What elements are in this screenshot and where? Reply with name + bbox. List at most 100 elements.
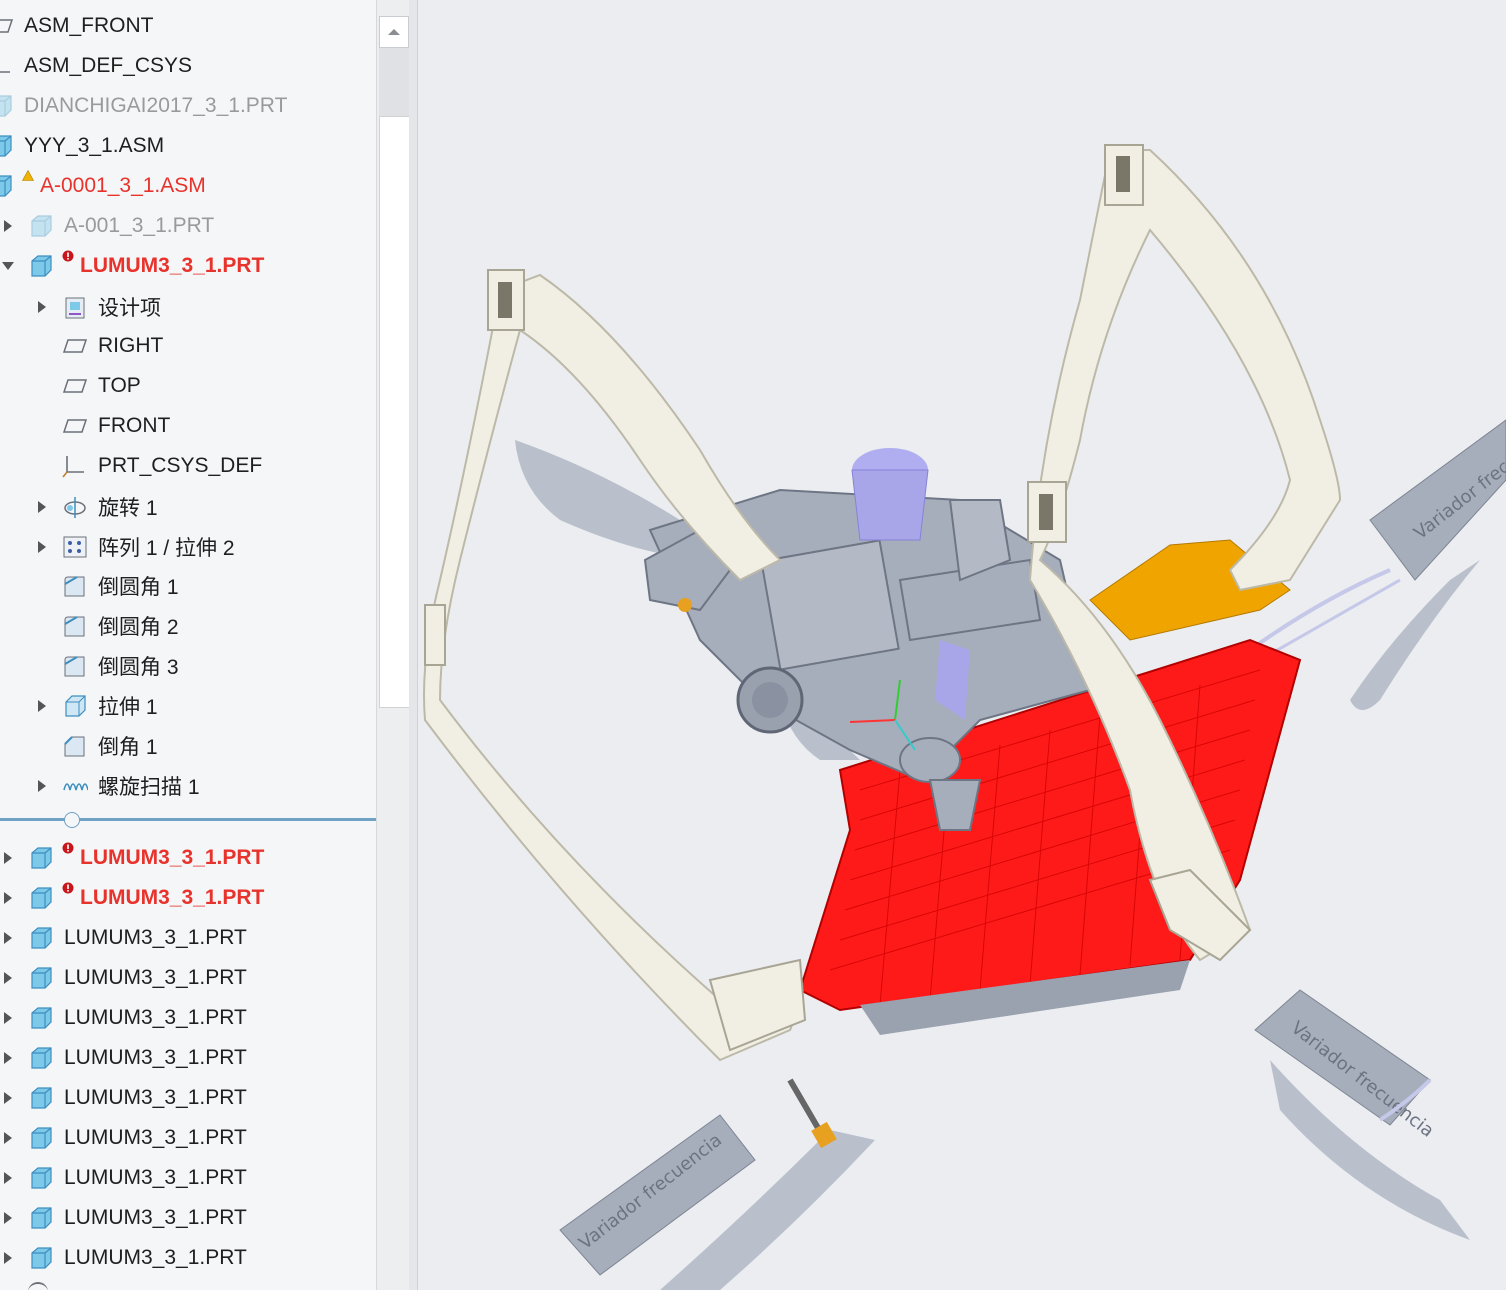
part-icon [28,846,54,870]
expand-closed-icon[interactable] [0,968,16,988]
tree-row[interactable]: LUMUM3_3_1.PRT [0,838,376,878]
extrude-icon [62,694,88,718]
revolve-icon [62,495,88,519]
tree-row-label: LUMUM3_3_1.PRT [64,926,247,949]
tree-row-label: A-0001_3_1.ASM [40,174,206,197]
tree-row[interactable]: PRT_CSYS_DEF [0,446,376,486]
tree-row[interactable]: LUMUM3_3_1.PRT [0,1078,376,1118]
tree-row-label: DIANCHIGAI2017_3_1.PRT [24,94,288,117]
tree-row-label: YYY_3_1.ASM [24,134,165,157]
tree-row[interactable]: LUMUM3_3_1.PRT [0,1198,376,1238]
tree-row[interactable]: LUMUM3_3_1.PRT [0,1238,376,1278]
model-tree-scrollbar[interactable] [376,0,411,1290]
datum-plane-icon [0,14,14,38]
tree-row[interactable]: RIGHT [0,326,376,366]
tree-row[interactable]: 倒圆角 1 [0,566,376,606]
expand-closed-icon[interactable] [34,297,50,317]
tree-row[interactable]: LUMUM3_3_1.PRT [0,1158,376,1198]
part-icon [28,1166,54,1190]
tree-row[interactable]: 倒角 1 [0,726,376,766]
expand-closed-icon[interactable] [0,1208,16,1228]
scroll-track[interactable] [379,48,409,116]
tree-row[interactable]: DIANCHIGAI2017_3_1.PRT [0,86,376,126]
tree-row[interactable]: 阵列 1 / 拉伸 2 [0,527,376,567]
part-icon [28,1246,54,1270]
round-icon [62,574,88,598]
expand-closed-icon[interactable] [0,848,16,868]
tree-row-label: FRONT [98,414,171,437]
tree-row-label: 拉伸 1 [98,696,158,719]
tree-row[interactable]: 旋转 1 [0,487,376,527]
csys-icon [0,54,14,78]
tree-row-partial[interactable] [28,1282,48,1290]
tree-row-label: 倒圆角 1 [98,576,179,599]
tree-row-label: LUMUM3_3_1.PRT [64,1046,247,1069]
pattern-icon [62,535,88,559]
design-items-icon [62,295,88,319]
tree-row[interactable]: 倒圆角 2 [0,606,376,646]
tree-row-label: LUMUM3_3_1.PRT [64,1206,247,1229]
tree-row[interactable]: A-001_3_1.PRT [0,206,376,246]
tree-row[interactable]: ASM_DEF_CSYS [0,46,376,86]
expand-closed-icon[interactable] [34,776,50,796]
tree-row[interactable]: ASM_FRONT [0,6,376,46]
expand-open-icon[interactable] [0,256,16,276]
expand-closed-icon[interactable] [34,497,50,517]
csys-icon [62,454,88,478]
tree-row-label: ASM_FRONT [24,14,154,37]
tree-row-label: A-001_3_1.PRT [64,214,215,237]
esc-module-right-bottom: Variador frecuencia [1254,989,1438,1142]
part-icon [28,1006,54,1030]
part-icon [28,1126,54,1150]
expand-closed-icon[interactable] [0,1008,16,1028]
tree-row[interactable]: LUMUM3_3_1.PRT [0,998,376,1038]
scroll-up-button[interactable] [379,16,409,48]
expand-closed-icon[interactable] [0,1168,16,1188]
tree-row[interactable]: LUMUM3_3_1.PRT [0,878,376,918]
tree-row-label: 旋转 1 [98,497,158,520]
tree-row[interactable]: LUMUM3_3_1.PRT [0,1038,376,1078]
tree-row[interactable]: TOP [0,366,376,406]
tree-row[interactable]: A-0001_3_1.ASM [0,166,376,206]
tree-row[interactable]: LUMUM3_3_1.PRT [0,918,376,958]
tree-row[interactable]: LUMUM3_3_1.PRT [0,246,376,286]
error-icon [62,250,74,265]
tree-row-label: LUMUM3_3_1.PRT [64,966,247,989]
model-view: Variador frecuencia Variador frecuencia … [423,144,1506,1290]
screw [787,1078,837,1149]
tree-row[interactable]: 倒圆角 3 [0,646,376,686]
tree-row[interactable]: LUMUM3_3_1.PRT [0,1118,376,1158]
tree-row-label: RIGHT [98,334,164,357]
tree-row-label: TOP [98,374,141,397]
tree-row[interactable]: YYY_3_1.ASM [0,126,376,166]
expand-closed-icon[interactable] [0,216,16,236]
tree-row-label: 倒圆角 2 [98,616,179,639]
chevron-up-icon [388,29,400,35]
expand-closed-icon[interactable] [0,888,16,908]
expand-closed-icon[interactable] [0,1128,16,1148]
splitter-handle[interactable] [64,812,80,828]
part-icon [28,886,54,910]
error-icon [62,842,74,857]
expand-closed-icon[interactable] [0,1088,16,1108]
expand-closed-icon[interactable] [0,928,16,948]
expand-closed-icon[interactable] [0,1048,16,1068]
tree-splitter[interactable] [0,818,376,821]
expand-closed-icon[interactable] [0,1248,16,1268]
expand-closed-icon[interactable] [34,696,50,716]
round-icon [62,654,88,678]
assembly-icon [0,174,14,198]
model-tree: ASM_FRONT ASM_DEF_CSYS DIANCHIGAI2017_3_1.… [0,0,376,1290]
helical-sweep-icon [62,774,88,798]
tree-row[interactable]: 设计项 [0,287,376,327]
tree-row-label: ASM_DEF_CSYS [24,54,193,77]
tree-row[interactable]: 拉伸 1 [0,686,376,726]
panel-separator[interactable] [409,0,418,1290]
tree-row-label: 螺旋扫描 1 [98,776,200,799]
graphics-viewport[interactable]: Variador frecuencia Variador frecuencia … [418,0,1506,1290]
tree-row[interactable]: 螺旋扫描 1 [0,766,376,806]
tree-row[interactable]: LUMUM3_3_1.PRT [0,958,376,998]
expand-closed-icon[interactable] [34,537,50,557]
scroll-thumb[interactable] [379,116,411,708]
tree-row[interactable]: FRONT [0,406,376,446]
